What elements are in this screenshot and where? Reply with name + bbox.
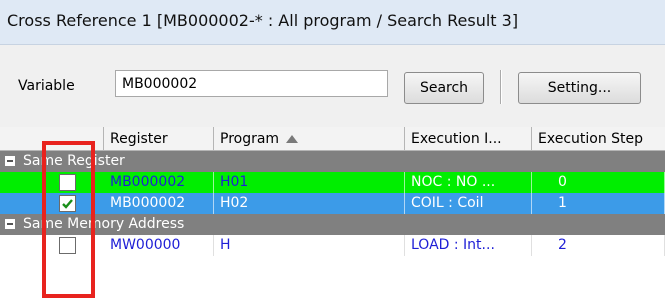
register-cell: MW00000 [104,235,214,256]
row-checkbox[interactable] [59,195,76,212]
group-label: Same Register [23,153,125,169]
sort-ascending-icon [285,135,298,143]
step-cell: 2 [532,235,665,256]
header-execution-step-label: Execution Step [538,131,644,147]
header-register[interactable]: Register [104,127,214,151]
register-cell: MB000002 [104,193,214,214]
row-checkbox[interactable] [59,237,76,254]
program-cell: H [214,235,405,256]
instruction-cell: COIL : Coil [405,193,532,214]
header-execution-instruction-label: Execution I... [411,131,502,147]
group-label: Same Memory Address [23,216,185,232]
program-cell: H02 [214,193,405,214]
group-header[interactable]: Same Register [0,151,665,172]
row-checkbox[interactable] [59,174,76,191]
program-cell: H01 [214,172,405,193]
cross-reference-grid: Register Program Execution I... Executio… [0,127,665,298]
instruction-cell: NOC : NO ... [405,172,532,193]
toolbar-separator [500,70,502,104]
variable-label: Variable [18,78,75,94]
header-program[interactable]: Program [214,127,405,151]
header-program-label: Program [220,131,280,147]
header-execution-instruction[interactable]: Execution I... [405,127,532,151]
header-checkbox-column[interactable] [0,127,104,151]
collapse-icon[interactable] [5,219,15,229]
instruction-cell: LOAD : Int... [405,235,532,256]
setting-button[interactable]: Setting... [518,72,641,104]
table-row[interactable]: MB000002 H02 COIL : Coil 1 [0,193,665,214]
header-register-label: Register [110,131,168,147]
variable-input[interactable] [115,70,388,97]
grid-header: Register Program Execution I... Executio… [0,127,665,151]
table-row[interactable]: MB000002 H01 NOC : NO ... 0 [0,172,665,193]
group-header[interactable]: Same Memory Address [0,214,665,235]
header-execution-step[interactable]: Execution Step [532,127,665,151]
checkmark-icon [62,199,73,209]
step-cell: 1 [532,193,665,214]
title-bar: Cross Reference 1 [MB000002-* : All prog… [0,0,665,45]
window-title: Cross Reference 1 [MB000002-* : All prog… [7,11,519,30]
step-cell: 0 [532,172,665,193]
search-button[interactable]: Search [404,72,484,104]
table-row[interactable]: MW00000 H LOAD : Int... 2 [0,235,665,256]
toolbar: Variable Search Setting... [0,45,665,127]
collapse-icon[interactable] [5,156,15,166]
register-cell: MB000002 [104,172,214,193]
